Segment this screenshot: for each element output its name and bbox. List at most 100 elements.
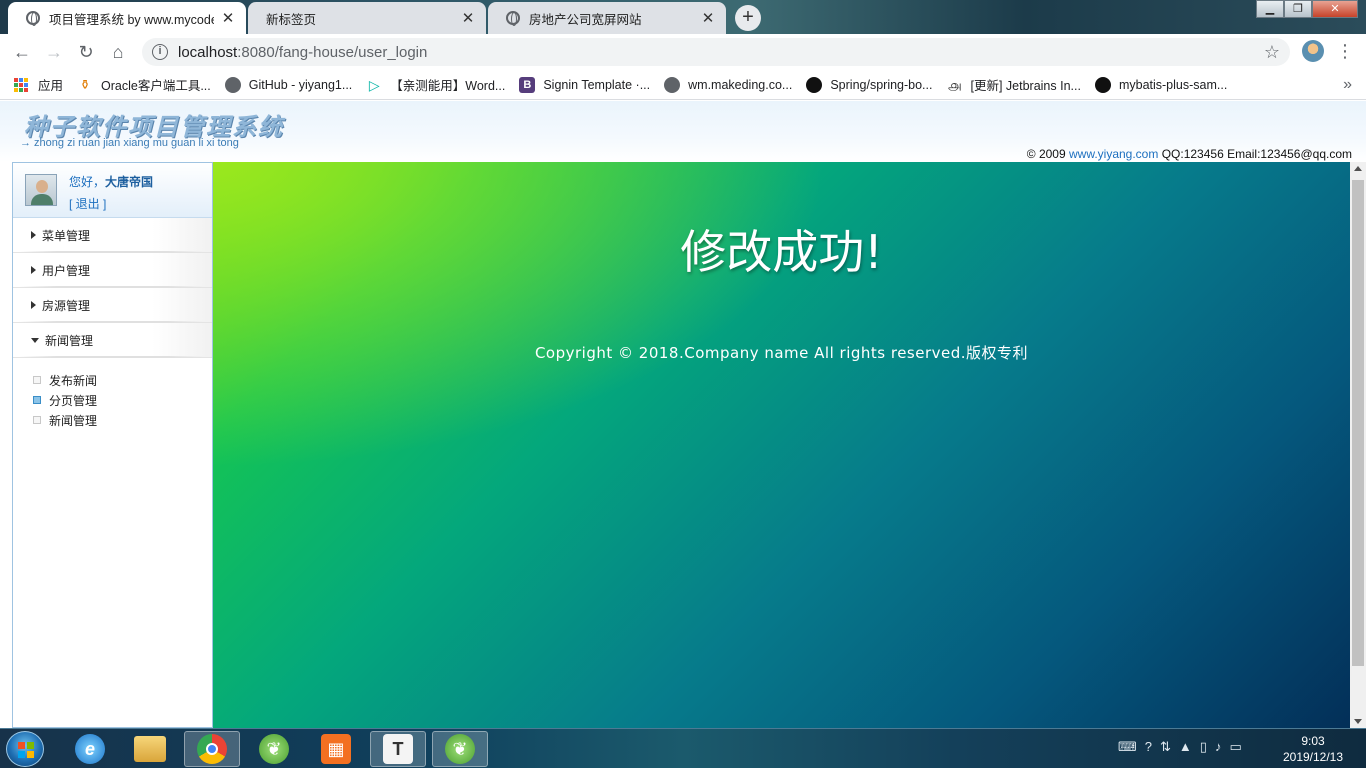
bookmarks-more-icon[interactable]: » (1343, 76, 1352, 94)
success-message: 修改成功! (680, 225, 883, 279)
oracle-icon: ⚱ (79, 76, 91, 92)
header-copyright: © 2009 www.yiyang.com QQ:123456 Email:12… (1027, 147, 1352, 161)
clock-date: 2019/12/13 (1282, 750, 1344, 764)
forward-arrow-icon[interactable]: → (42, 40, 66, 64)
volume-icon[interactable]: ♪ (1215, 739, 1222, 755)
bookmark-label: 【亲测能用】Word... (390, 79, 506, 93)
play-icon: ▷ (368, 76, 380, 93)
start-button[interactable] (6, 731, 44, 767)
tab-title: 新标签页 (266, 12, 317, 27)
bookmark-label: wm.makeding.co... (688, 77, 793, 92)
url-path: :8080/fang-house/user_login (237, 43, 428, 61)
taskbar-chrome[interactable] (184, 731, 240, 767)
bookmark-jetbrains[interactable]: ௮ [更新] Jetbrains In... (946, 75, 1081, 94)
globe-icon (26, 11, 40, 26)
scrollbar-thumb[interactable] (1352, 180, 1364, 666)
maximize-button[interactable]: ❐ (1284, 0, 1312, 18)
browser-toolbar: ← → ↻ ⌂ i localhost:8080/fang-house/user… (0, 34, 1366, 70)
folder-icon (134, 736, 166, 762)
reload-icon[interactable]: ↻ (74, 40, 98, 64)
new-tab-button[interactable]: + (735, 5, 761, 31)
user-greeting: 您好，大唐帝国 (69, 173, 153, 190)
caret-right-icon (31, 301, 36, 309)
scroll-up-icon[interactable] (1354, 166, 1362, 171)
spiral-icon: ௮ (947, 76, 962, 93)
keyboard-icon[interactable]: ⌨ (1118, 739, 1137, 755)
network-icon[interactable]: ⇅ (1160, 739, 1171, 755)
tab-new-tab[interactable]: 新标签页 ✕ (248, 2, 486, 34)
news-submenu: 发布新闻 分页管理 新闻管理 (13, 358, 212, 430)
main-content: 修改成功! Copyright © 2018.Company name All … (213, 162, 1350, 728)
address-bar[interactable]: i localhost:8080/fang-house/user_login ☆ (142, 38, 1290, 66)
globe-icon (506, 11, 520, 26)
sidebar-item-user-management[interactable]: 用户管理 (13, 253, 212, 288)
scroll-down-icon[interactable] (1354, 719, 1362, 724)
spring-leaf-icon: ❦ (445, 734, 475, 764)
page-header: 种子软件项目管理系统 → zhong zi ruan jian xiang mu… (0, 101, 1366, 162)
sidebar-item-news-management[interactable]: 新闻管理 (13, 323, 212, 358)
taskbar-spring-tool-2[interactable]: ❦ (432, 731, 488, 767)
minimize-button[interactable]: ▁ (1256, 0, 1284, 18)
site-logo-subtitle: → zhong zi ruan jian xiang mu guan li xi… (20, 137, 239, 149)
taskbar-typora[interactable]: T (370, 731, 426, 767)
bookmark-label: 应用 (38, 79, 64, 93)
window-controls: ▁ ❐ ✕ (1256, 0, 1358, 18)
back-arrow-icon[interactable]: ← (10, 40, 34, 64)
display-icon[interactable]: ▭ (1229, 739, 1241, 755)
taskbar-ie[interactable]: e (62, 731, 118, 767)
bookmark-star-icon[interactable]: ☆ (1264, 42, 1280, 63)
bullet-selected-icon (33, 396, 41, 404)
tab-project-management[interactable]: 项目管理系统 by www.mycodes ✕ (8, 2, 246, 34)
bookmark-oracle[interactable]: ⚱ Oracle客户端工具... (77, 75, 211, 94)
close-window-button[interactable]: ✕ (1312, 0, 1358, 18)
caret-right-icon (31, 231, 36, 239)
globe-icon (224, 76, 241, 93)
bookmark-label: Spring/spring-bo... (830, 77, 933, 92)
bookmark-signin-template[interactable]: B Signin Template ·... (519, 76, 650, 93)
close-icon[interactable]: ✕ (460, 9, 476, 27)
bullet-icon (33, 416, 41, 424)
submenu-item-pagination[interactable]: 分页管理 (33, 390, 212, 410)
menu-kebab-icon[interactable]: ⋮ (1336, 41, 1354, 62)
submenu-item-publish-news[interactable]: 发布新闻 (33, 370, 212, 390)
taskbar-spring-tool[interactable]: ❦ (246, 731, 302, 767)
close-icon[interactable]: ✕ (220, 9, 236, 27)
site-link[interactable]: www.yiyang.com (1069, 147, 1158, 161)
bookmark-word[interactable]: ▷ 【亲测能用】Word... (366, 75, 505, 94)
bookmark-makeding[interactable]: wm.makeding.co... (664, 76, 793, 93)
caret-down-icon (31, 337, 39, 343)
apps-icon (14, 77, 28, 92)
profile-avatar[interactable] (1302, 40, 1324, 62)
home-icon[interactable]: ⌂ (106, 40, 130, 64)
orange-app-icon: ▦ (321, 734, 351, 764)
logout-link[interactable]: [ 退出 ] (69, 195, 106, 212)
help-icon[interactable]: ? (1145, 739, 1152, 755)
device-icon[interactable]: ▯ (1200, 739, 1207, 755)
user-panel: 您好，大唐帝国 [ 退出 ] (13, 163, 212, 218)
username: 大唐帝国 (105, 175, 154, 189)
sidebar-item-label: 新闻管理 (45, 333, 94, 348)
tab-title: 房地产公司宽屏网站 (529, 12, 642, 27)
taskbar-explorer[interactable] (122, 731, 178, 767)
system-clock[interactable]: 9:03 2019/12/13 (1278, 733, 1348, 765)
vertical-scrollbar[interactable] (1350, 162, 1366, 728)
info-icon[interactable]: i (152, 44, 168, 60)
github-icon (806, 76, 823, 93)
bookmark-label: [更新] Jetbrains In... (970, 79, 1081, 93)
chrome-icon (197, 734, 227, 764)
avatar (25, 174, 57, 206)
tray-expand-icon[interactable]: ▲ (1179, 739, 1192, 755)
close-icon[interactable]: ✕ (700, 9, 716, 27)
bookmark-apps[interactable]: 应用 (14, 75, 63, 94)
tab-real-estate[interactable]: 房地产公司宽屏网站 ✕ (488, 2, 726, 34)
bookmark-spring-boot[interactable]: Spring/spring-bo... (806, 76, 933, 93)
bookmark-mybatis-plus[interactable]: mybatis-plus-sam... (1094, 76, 1227, 93)
github-icon (1094, 76, 1111, 93)
sidebar-item-property-management[interactable]: 房源管理 (13, 288, 212, 323)
sidebar-item-label: 房源管理 (42, 298, 91, 313)
submenu-item-label: 分页管理 (49, 393, 98, 408)
bookmark-github-yiyang[interactable]: GitHub - yiyang1... (224, 76, 352, 93)
sidebar-item-menu-management[interactable]: 菜单管理 (13, 218, 212, 253)
taskbar-app-orange[interactable]: ▦ (308, 731, 364, 767)
submenu-item-news-management[interactable]: 新闻管理 (33, 410, 212, 430)
